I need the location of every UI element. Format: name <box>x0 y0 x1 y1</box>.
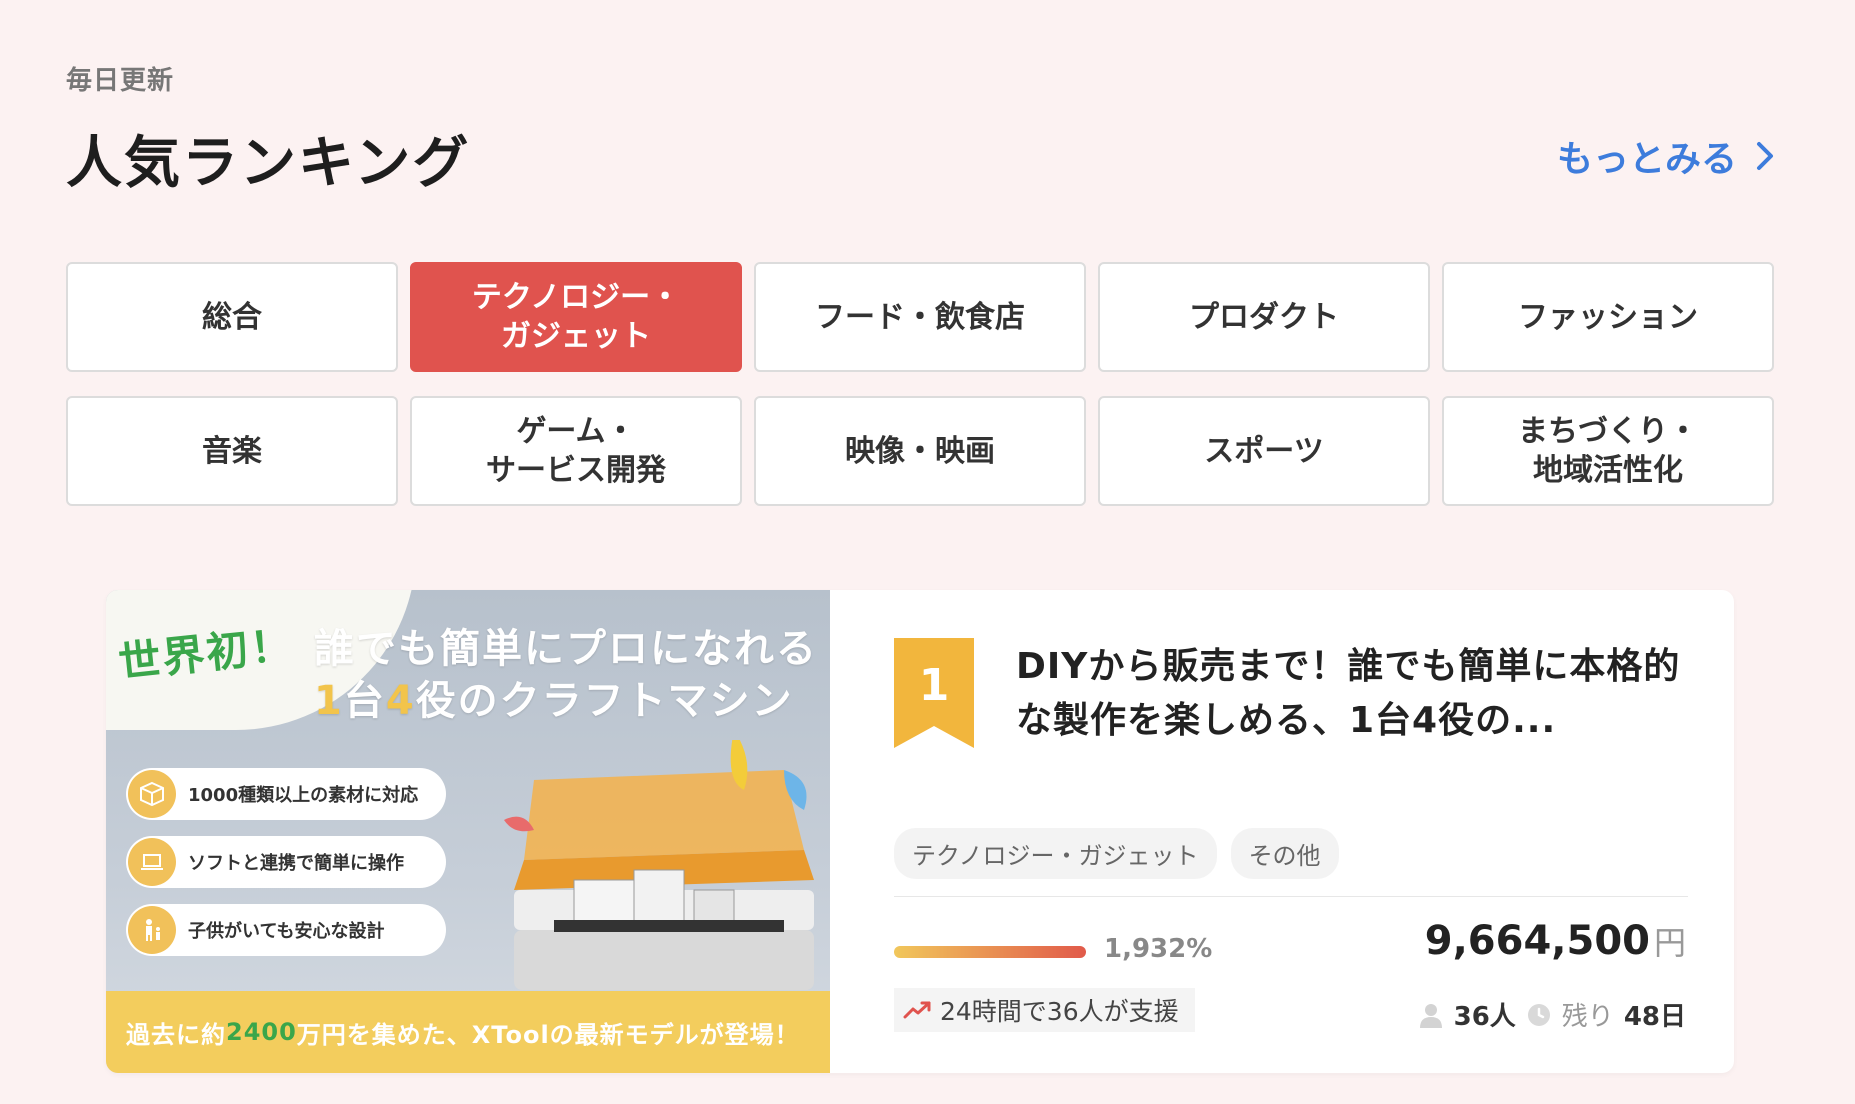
laptop-icon <box>128 838 176 886</box>
banner-footer-a: 過去に約 <box>126 1020 226 1049</box>
tag-other[interactable]: その他 <box>1230 828 1339 879</box>
banner-footer-b: 万円を集めた、XToolの最新モデルが登場！ <box>296 1020 800 1049</box>
banner-feature: 子供がいても安心な設計 <box>126 904 446 956</box>
banner-text-a: 台 <box>343 678 386 724</box>
category-tab-overall[interactable]: 総合 <box>66 262 398 372</box>
banner-text-b: 役のクラフトマシン <box>415 678 794 724</box>
category-tab-food[interactable]: フード・飲食店 <box>754 262 1086 372</box>
remaining-days: 48日 <box>1623 1002 1686 1032</box>
funding-amount: 9,664,500 円 <box>1425 918 1686 964</box>
banner-headline-1: 誰でも簡単にプロになれる <box>314 626 818 672</box>
child-icon <box>128 906 176 954</box>
category-tab-sports[interactable]: スポーツ <box>1098 396 1430 506</box>
category-tab-technology[interactable]: テクノロジー・ ガジェット <box>410 262 742 372</box>
support-24h-badge: 24時間で36人が支援 <box>894 988 1195 1032</box>
cube-icon <box>128 770 176 818</box>
banner-feature-label: 1000種類以上の素材に対応 <box>188 785 419 806</box>
project-card[interactable]: 世界初！ 誰でも簡単にプロになれる 1台4役のクラフトマシン 1000種類以上の… <box>106 590 1734 1073</box>
supporters-count: 36人 <box>1453 1002 1516 1032</box>
clock-icon <box>1527 1003 1550 1026</box>
project-banner-image[interactable]: 世界初！ 誰でも簡単にプロになれる 1台4役のクラフトマシン 1000種類以上の… <box>106 590 830 1073</box>
amount-currency: 円 <box>1653 924 1686 962</box>
remaining-label: 残り <box>1561 1002 1614 1032</box>
more-link[interactable]: もっとみる <box>1557 130 1777 182</box>
category-tab-game[interactable]: ゲーム・ サービス開発 <box>410 396 742 506</box>
rank-ribbon: 1 <box>894 638 974 748</box>
progress-bar <box>894 946 1086 958</box>
banner-feature-label: 子供がいても安心な設計 <box>188 921 385 942</box>
banner-headline-2: 1台4役のクラフトマシン <box>314 668 794 726</box>
amount-value: 9,664,500 <box>1424 918 1650 964</box>
section-title: 人気ランキング <box>66 131 471 196</box>
banner-num-2: 4 <box>385 678 416 724</box>
banner-footer-num: 2400 <box>226 1018 297 1046</box>
category-tab-music[interactable]: 音楽 <box>66 396 398 506</box>
person-icon <box>1419 1003 1442 1028</box>
rank-number: 1 <box>919 660 950 711</box>
banner-feature: ソフトと連携で簡単に操作 <box>126 836 446 888</box>
banner-feature-label: ソフトと連携で簡単に操作 <box>188 853 404 874</box>
category-tabs: 総合 テクノロジー・ ガジェット フード・飲食店 プロダクト ファッション 音楽… <box>66 262 1776 506</box>
category-tab-community[interactable]: まちづくり・ 地域活性化 <box>1442 396 1774 506</box>
category-tab-film[interactable]: 映像・映画 <box>754 396 1086 506</box>
more-link-label: もっとみる <box>1556 139 1737 180</box>
support-24h-text: 24時間で36人が支援 <box>940 997 1179 1026</box>
category-tab-product[interactable]: プロダクト <box>1098 262 1430 372</box>
divider <box>894 896 1688 897</box>
chevron-right-icon <box>1757 142 1773 170</box>
project-title[interactable]: DIYから販売まで！誰でも簡単に本格的な製作を楽しめる、1台4役の... <box>1016 640 1696 748</box>
project-meta: 36人 残り 48日 <box>1418 996 1686 1033</box>
banner-feature: 1000種類以上の素材に対応 <box>126 768 446 820</box>
project-tags: テクノロジー・ガジェット その他 <box>894 828 1339 879</box>
section-subtitle: 毎日更新 <box>66 66 175 96</box>
trending-up-icon <box>903 1001 931 1019</box>
category-tab-fashion[interactable]: ファッション <box>1442 262 1774 372</box>
banner-num-1: 1 <box>314 678 344 724</box>
progress-percent: 1,932% <box>1104 934 1213 964</box>
tag-technology[interactable]: テクノロジー・ガジェット <box>894 828 1217 879</box>
banner-footer: 過去に約 2400 万円を集めた、XToolの最新モデルが登場！ <box>106 991 830 1073</box>
